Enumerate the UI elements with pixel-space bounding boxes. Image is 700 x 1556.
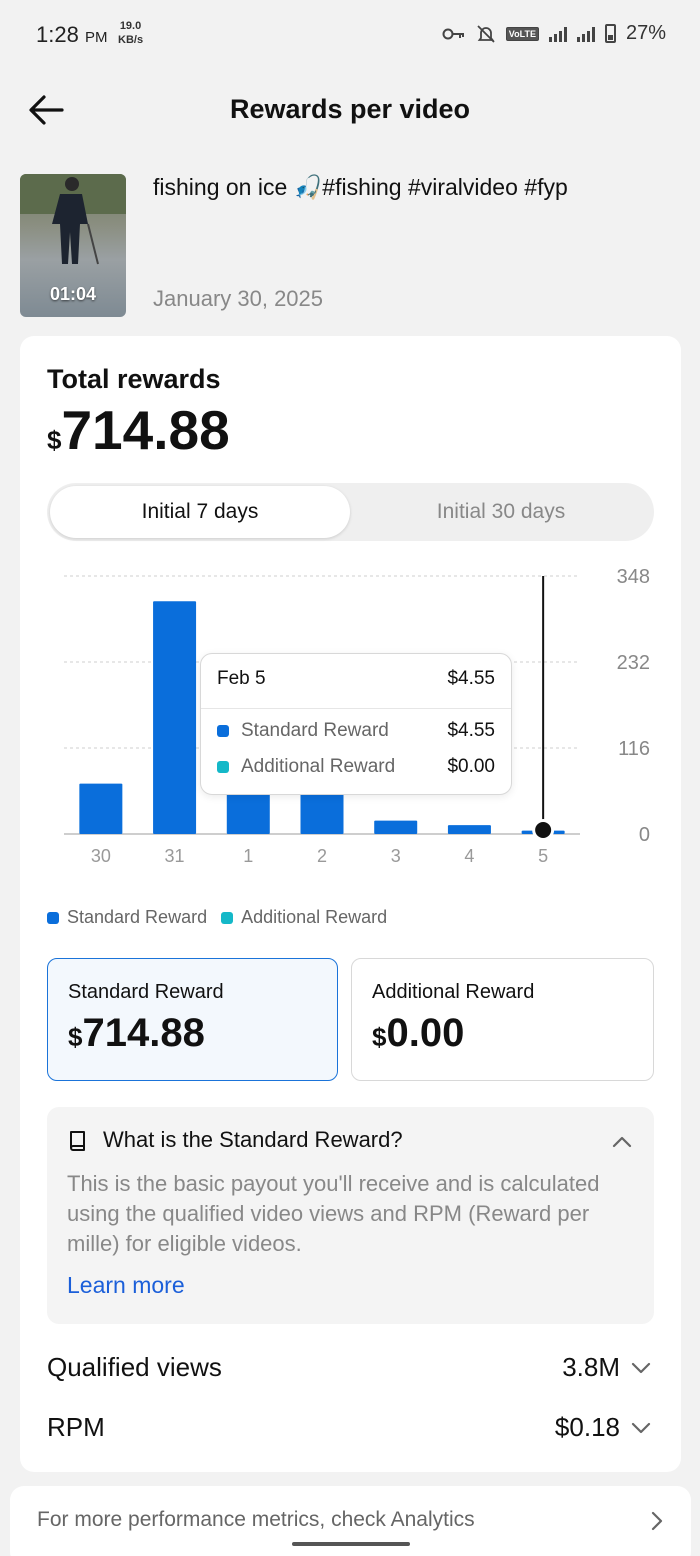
additional-reward-box[interactable]: Additional Reward $0.00 [351, 958, 654, 1081]
battery-percent: 27% [625, 22, 666, 44]
chart-tooltip: Feb 5 $4.55 Standard Reward $4.55 Addition… [200, 653, 512, 795]
metric-value: $0.18 [554, 1412, 620, 1442]
y-tick-label: 232 [617, 652, 650, 674]
vpn-key-icon [442, 28, 464, 39]
x-tick-label: 1 [243, 846, 253, 866]
tab-initial-7-days[interactable]: Initial 7 days [50, 486, 350, 538]
tooltip-standard-label: Standard Reward [241, 720, 389, 741]
video-title: fishing on ice 🎣#fishing #viralvideo #fy… [153, 174, 568, 200]
y-tick-label: 0 [639, 824, 650, 846]
info-title: What is the Standard Reward? [103, 1127, 403, 1152]
chart-bar [447, 825, 491, 834]
metric-rpm[interactable]: RPM $0.18 [47, 1408, 654, 1448]
signal-icon [548, 26, 567, 42]
total-rewards-label: Total rewards [47, 364, 221, 394]
tab-initial-30-days[interactable]: Initial 30 days [351, 486, 651, 538]
legend-standard-label: Standard Reward [67, 907, 208, 927]
metric-label: RPM [47, 1412, 105, 1442]
video-duration: 01:04 [49, 284, 97, 304]
selection-dot [535, 822, 552, 838]
tooltip-additional-value: $0.00 [447, 756, 495, 777]
standard-reward-box[interactable]: Standard Reward $714.88 [47, 958, 338, 1081]
signal-icon [576, 26, 595, 42]
y-tick-label: 348 [617, 566, 650, 588]
y-tick-label: 116 [618, 738, 650, 760]
header: Rewards per video [0, 80, 700, 140]
analytics-link-text: For more performance metrics, check Anal… [37, 1508, 475, 1531]
standard-reward-label: Standard Reward [68, 981, 224, 1003]
metric-label: Qualified views [47, 1352, 222, 1382]
chevron-down-icon[interactable] [630, 1358, 652, 1378]
chevron-down-icon[interactable] [630, 1418, 652, 1438]
info-panel: What is the Standard Reward? This is the… [47, 1107, 654, 1324]
tooltip-standard-value: $4.55 [447, 720, 495, 741]
video-thumbnail[interactable]: 01:04 [20, 174, 126, 317]
tooltip-additional-label: Additional Reward [241, 756, 396, 777]
x-tick-label: 31 [165, 846, 185, 866]
chart-legend: Standard Reward Additional Reward [47, 907, 387, 928]
video-date: January 30, 2025 [153, 286, 324, 311]
chevron-up-icon[interactable] [612, 1132, 632, 1152]
tooltip-date: Feb 5 [217, 668, 266, 689]
mute-bell-icon [477, 24, 495, 43]
x-tick-label: 30 [91, 846, 111, 866]
period-toggle: Initial 7 days Initial 30 days [47, 483, 654, 541]
legend-standard-swatch [47, 911, 59, 924]
x-tick-label: 5 [538, 846, 548, 866]
learn-more-link[interactable]: Learn more [67, 1272, 185, 1299]
info-description: This is the basic payout you'll receive … [67, 1171, 600, 1256]
standard-reward-value: $714.88 [68, 1011, 205, 1055]
chevron-right-icon[interactable] [649, 1510, 665, 1532]
tooltip-total: $4.55 [447, 668, 495, 689]
rewards-card: Total rewards $714.88 Initial 7 days Ini… [20, 336, 681, 1472]
additional-swatch [217, 761, 229, 773]
x-tick-label: 4 [464, 846, 474, 866]
legend-additional-swatch [221, 911, 234, 924]
gesture-nav-bar[interactable] [292, 1542, 410, 1546]
x-tick-label: 3 [391, 846, 401, 866]
additional-reward-value: $0.00 [372, 1011, 465, 1055]
metric-value: 3.8M [562, 1352, 620, 1382]
status-bar: 1:28 PM 19.0 KB/s VoLTE 27% [0, 0, 700, 70]
chart-bar [374, 820, 418, 834]
network-speed: 19.0 KB/s [118, 20, 144, 46]
chart-bar [153, 601, 197, 834]
video-info: 01:04 fishing on ice 🎣#fishing #viralvid… [20, 174, 680, 318]
x-tick-label: 2 [317, 846, 327, 866]
info-header[interactable]: What is the Standard Reward? [67, 1127, 403, 1153]
metric-qualified-views[interactable]: Qualified views 3.8M [47, 1348, 654, 1388]
status-time: 1:28 PM [36, 22, 108, 47]
chart-bar [79, 783, 123, 834]
page-title: Rewards per video [229, 94, 471, 124]
legend-additional-label: Additional Reward [241, 907, 388, 927]
total-rewards-amount: $714.88 [47, 399, 230, 461]
standard-swatch [217, 725, 229, 737]
additional-reward-label: Additional Reward [372, 981, 535, 1003]
book-icon [70, 1131, 85, 1151]
battery-icon [604, 24, 616, 43]
volte-icon: VoLTE [505, 26, 539, 41]
